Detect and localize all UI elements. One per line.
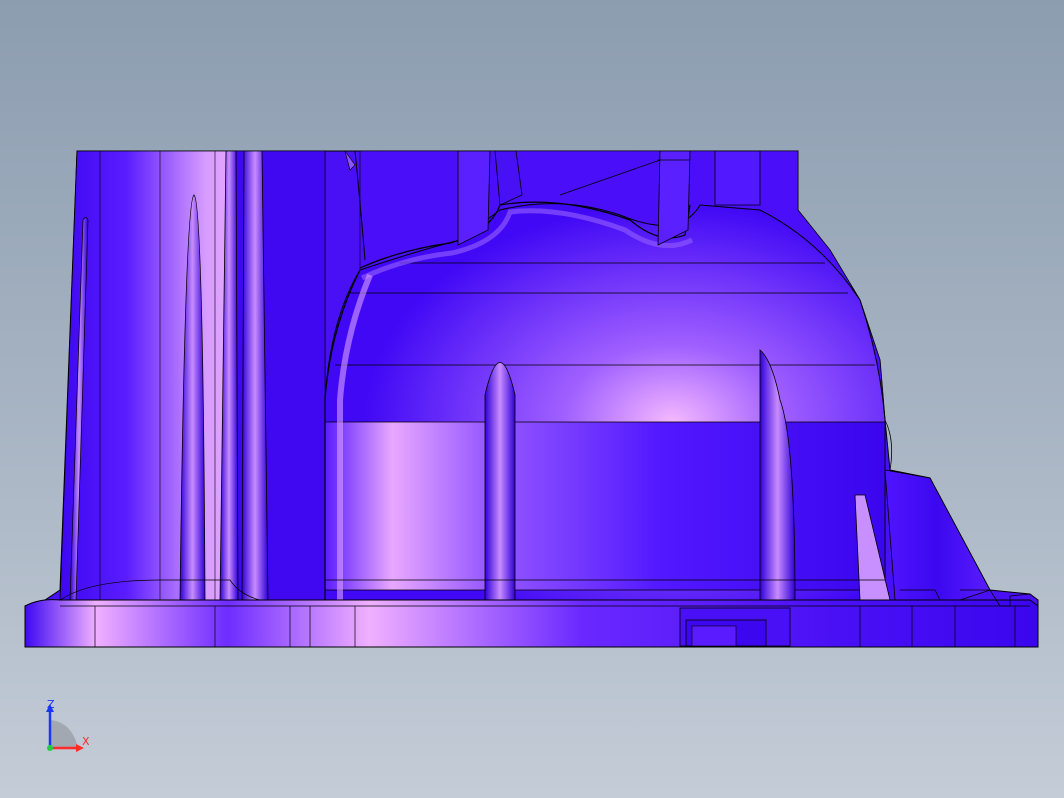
housing-part-model[interactable] xyxy=(0,0,1064,798)
base-pocket-inner xyxy=(691,625,737,647)
triad-origin xyxy=(47,745,53,751)
x-axis-label: X xyxy=(82,735,90,748)
axis-triad: Z X xyxy=(38,698,98,758)
z-axis-label: Z xyxy=(47,698,55,711)
right-flange xyxy=(884,469,991,601)
cad-viewport[interactable]: Z X xyxy=(0,0,1064,798)
top-pillar xyxy=(714,150,761,206)
triad-plane-arc xyxy=(50,720,78,748)
top-pillar xyxy=(657,150,691,246)
dome-rib xyxy=(484,362,516,601)
top-pillar xyxy=(457,150,491,246)
dome-cylinder xyxy=(324,421,886,591)
base-plate xyxy=(24,599,1039,648)
